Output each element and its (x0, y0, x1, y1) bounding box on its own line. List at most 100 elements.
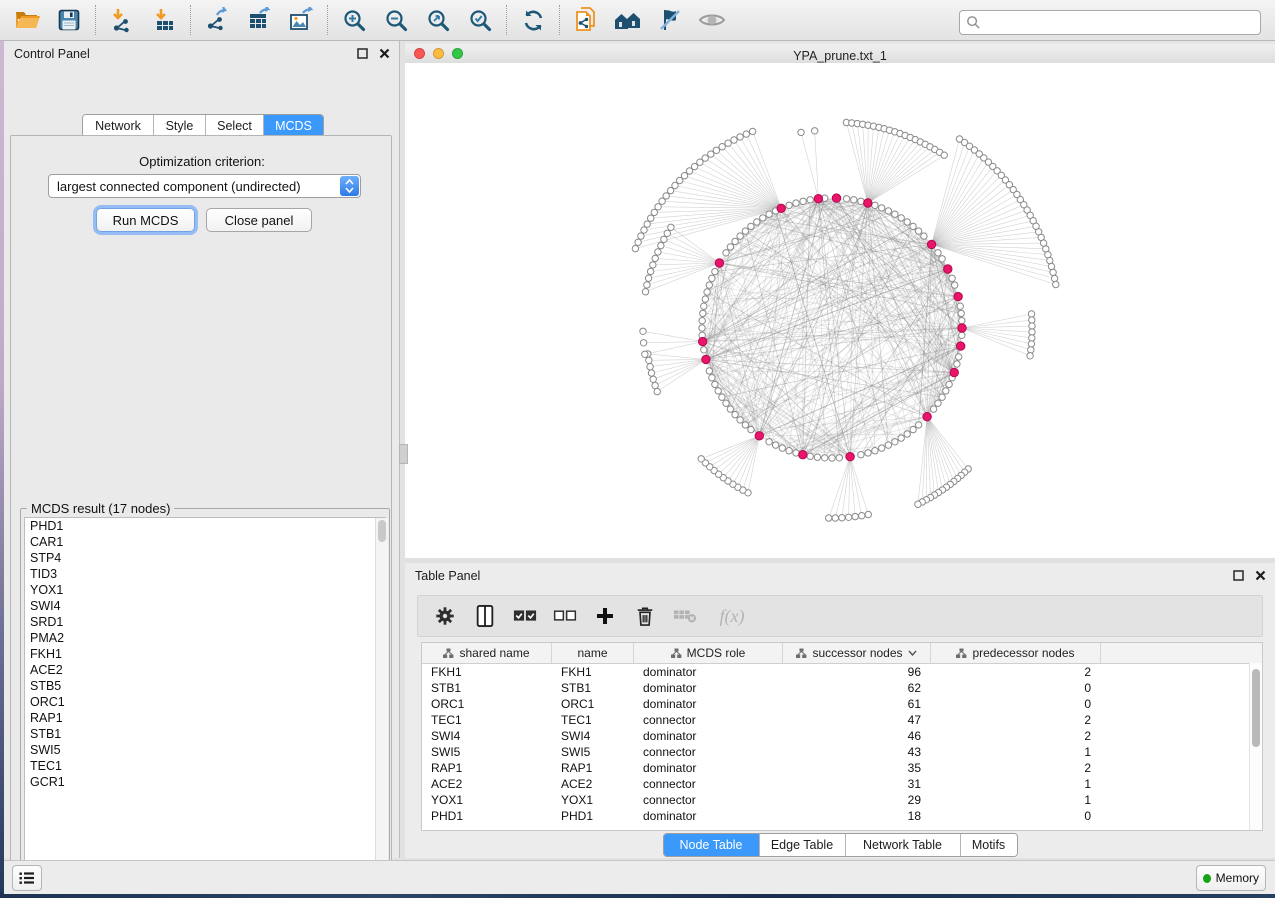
table-settings-button[interactable] (432, 601, 458, 631)
export-network-button[interactable] (196, 2, 238, 38)
mcds-result-item[interactable]: PHD1 (25, 518, 385, 534)
mcds-result-item[interactable]: STB5 (25, 678, 385, 694)
close-icon (379, 48, 390, 59)
function-builder-button[interactable]: f(x) (712, 601, 752, 631)
mcds-result-item[interactable]: FKH1 (25, 646, 385, 662)
tab-mcds[interactable]: MCDS (263, 115, 323, 137)
vertical-splitter-grip[interactable] (399, 444, 408, 464)
refresh-layout-button[interactable] (512, 2, 554, 38)
table-row[interactable]: SWI4SWI4dominator462 (422, 728, 1262, 744)
tab-motifs[interactable]: Motifs (960, 834, 1017, 856)
close-panel-button[interactable] (378, 47, 391, 60)
delete-table-button[interactable] (672, 601, 698, 631)
hide-details-icon (657, 7, 683, 33)
table-cell: 62 (783, 680, 931, 696)
float-panel-button[interactable] (356, 47, 369, 60)
mcds-result-item[interactable]: GCR1 (25, 774, 385, 790)
show-details-button[interactable] (691, 2, 733, 38)
tab-style[interactable]: Style (153, 115, 205, 137)
mcds-result-list[interactable]: PHD1CAR1STP4TID3YOX1SWI4SRD1PMA2FKH1ACE2… (24, 517, 386, 875)
add-column-button[interactable] (592, 601, 618, 631)
application-window: Control Panel NetworkStyleSelectMCDS Opt… (0, 0, 1275, 898)
table-row[interactable]: ACE2ACE2connector311 (422, 776, 1262, 792)
memory-button[interactable]: Memory (1196, 865, 1266, 891)
zoom-in-button[interactable] (333, 2, 375, 38)
hide-details-button[interactable] (649, 2, 691, 38)
panel-menu-button[interactable] (12, 865, 42, 891)
column-header-predecessor-nodes[interactable]: predecessor nodes (931, 643, 1101, 663)
import-network-button[interactable] (101, 2, 143, 38)
mcds-result-item[interactable]: CAR1 (25, 534, 385, 550)
table-row[interactable]: TEC1TEC1connector472 (422, 712, 1262, 728)
import-table-button[interactable] (143, 2, 185, 38)
column-visibility-button[interactable] (472, 601, 498, 631)
zoom-out-button[interactable] (375, 2, 417, 38)
network-canvas[interactable] (405, 63, 1275, 558)
export-image-button[interactable] (280, 2, 322, 38)
mcds-result-item[interactable]: TID3 (25, 566, 385, 582)
mcds-result-item[interactable]: ACE2 (25, 662, 385, 678)
mcds-result-item[interactable]: RAP1 (25, 710, 385, 726)
table-cell: FKH1 (422, 664, 552, 680)
table-scrollbar[interactable] (1249, 663, 1262, 830)
mcds-result-item[interactable]: SRD1 (25, 614, 385, 630)
open-file-button[interactable] (6, 2, 48, 38)
tab-network-table[interactable]: Network Table (845, 834, 960, 856)
mcds-result-item[interactable]: ORC1 (25, 694, 385, 710)
dropdown-stepper-icon (340, 176, 359, 196)
table-cell: connector (634, 744, 783, 760)
toolbar-separator (327, 5, 328, 35)
share-document-button[interactable] (565, 2, 607, 38)
table-cell: ORC1 (422, 696, 552, 712)
home-button[interactable] (607, 2, 649, 38)
column-header-name[interactable]: name (552, 643, 634, 663)
table-row[interactable]: ORC1ORC1dominator610 (422, 696, 1262, 712)
table-scrollbar-thumb[interactable] (1252, 669, 1260, 747)
mcds-result-group: MCDS result (17 nodes) PHD1CAR1STP4TID3Y… (20, 508, 390, 881)
mcds-result-item[interactable]: YOX1 (25, 582, 385, 598)
export-table-button[interactable] (238, 2, 280, 38)
table-cell: 2 (931, 712, 1101, 728)
table-cell: 2 (931, 728, 1101, 744)
column-header-shared-name[interactable]: shared name (422, 643, 552, 663)
dropdown-selected-value: largest connected component (undirected) (49, 179, 340, 194)
table-cell: connector (634, 776, 783, 792)
tab-edge-table[interactable]: Edge Table (759, 834, 845, 856)
run-mcds-button[interactable]: Run MCDS (96, 208, 195, 232)
table-row[interactable]: FKH1FKH1dominator962 (422, 664, 1262, 680)
table-cell: SWI5 (552, 744, 634, 760)
table-row[interactable]: RAP1RAP1dominator352 (422, 760, 1262, 776)
table-cell: SWI5 (422, 744, 552, 760)
mcds-result-item[interactable]: STP4 (25, 550, 385, 566)
sort-descending-icon (908, 650, 917, 656)
close-panel-action-button[interactable]: Close panel (206, 208, 312, 232)
optimization-criterion-dropdown[interactable]: largest connected component (undirected) (48, 174, 361, 198)
tab-node-table[interactable]: Node Table (664, 834, 759, 856)
mcds-result-item[interactable]: PMA2 (25, 630, 385, 646)
float-table-panel-button[interactable] (1232, 569, 1245, 582)
tab-network[interactable]: Network (83, 115, 153, 137)
mcds-result-item[interactable]: STB1 (25, 726, 385, 742)
table-cell: RAP1 (552, 760, 634, 776)
table-row[interactable]: STB1STB1dominator620 (422, 680, 1262, 696)
tab-select[interactable]: Select (205, 115, 263, 137)
mcds-list-scrollbar[interactable] (375, 518, 388, 874)
mcds-result-item[interactable]: SWI5 (25, 742, 385, 758)
mcds-result-item[interactable]: TEC1 (25, 758, 385, 774)
column-header-successor-nodes[interactable]: successor nodes (783, 643, 931, 663)
deselect-all-rows-button[interactable] (552, 601, 578, 631)
select-all-rows-button[interactable] (512, 601, 538, 631)
table-row[interactable]: YOX1YOX1connector291 (422, 792, 1262, 808)
table-row[interactable]: PHD1PHD1dominator180 (422, 808, 1262, 824)
zoom-selected-button[interactable] (459, 2, 501, 38)
table-row[interactable]: SWI5SWI5connector431 (422, 744, 1262, 760)
delete-column-button[interactable] (632, 601, 658, 631)
search-input[interactable] (981, 15, 1254, 31)
save-session-button[interactable] (48, 2, 90, 38)
column-header-MCDS-role[interactable]: MCDS role (634, 643, 783, 663)
zoom-fit-button[interactable] (417, 2, 459, 38)
column-type-icon (671, 648, 682, 659)
close-table-panel-button[interactable] (1254, 569, 1267, 582)
add-column-icon (595, 606, 615, 626)
mcds-result-item[interactable]: SWI4 (25, 598, 385, 614)
